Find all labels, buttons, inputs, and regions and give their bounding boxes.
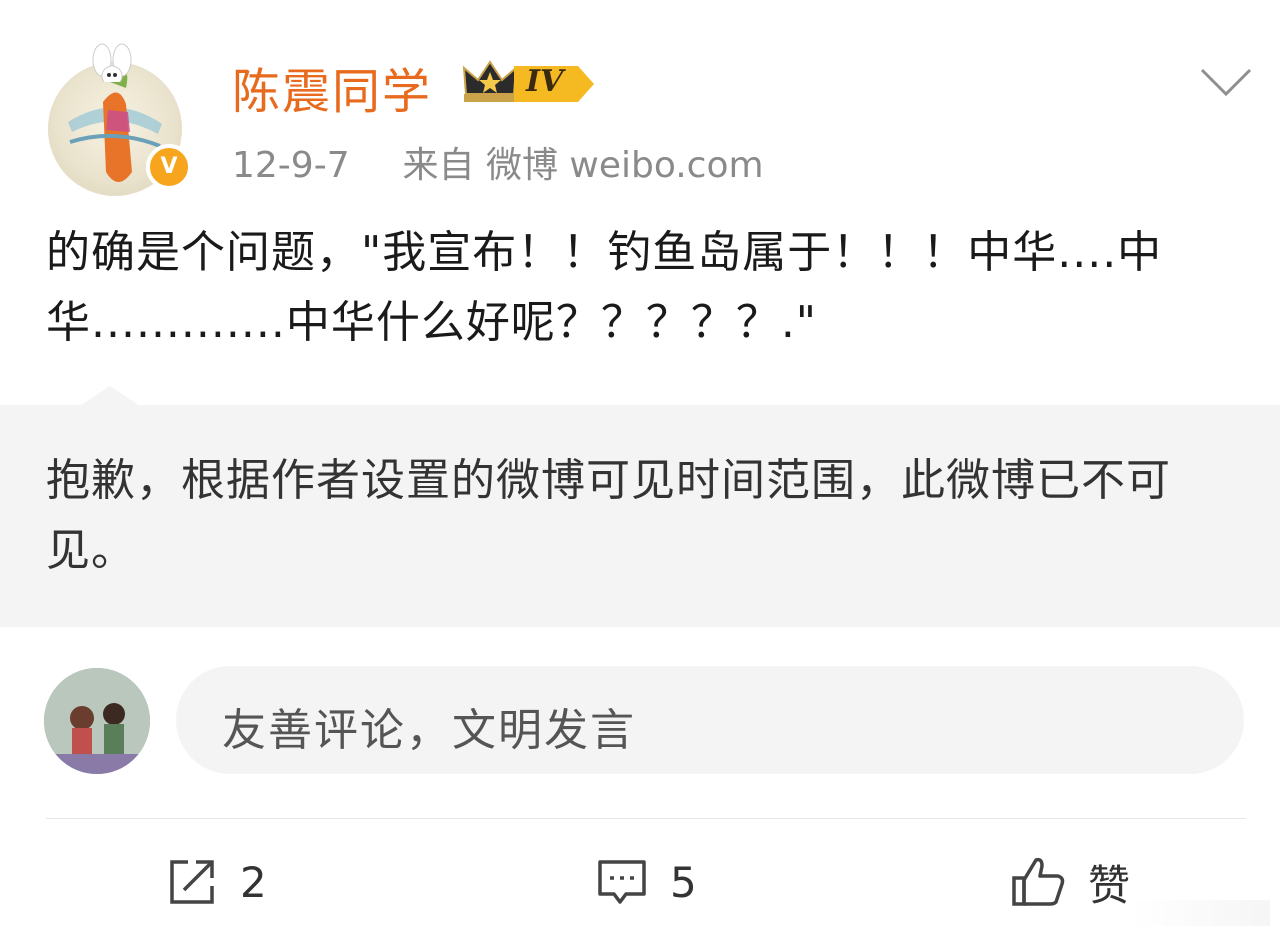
comment-button[interactable]: 5 — [596, 850, 697, 914]
repost-count: 2 — [240, 857, 267, 907]
notice-text: 抱歉，根据作者设置的微博可见时间范围，此微博已不可见。 — [46, 455, 1171, 576]
notice-pointer — [80, 386, 140, 406]
more-options-button[interactable] — [1198, 62, 1254, 102]
more-chevron-icon — [1200, 68, 1252, 97]
watermark-overlay — [1130, 900, 1270, 926]
post-source[interactable]: 来自 微博 weibo.com — [403, 145, 764, 186]
comment-count: 5 — [670, 857, 697, 907]
verified-badge: V — [146, 144, 192, 190]
like-button[interactable]: 赞 — [1010, 850, 1130, 914]
current-user-avatar[interactable] — [44, 668, 150, 774]
level-text: IV — [526, 64, 564, 99]
like-icon — [1012, 857, 1065, 906]
comment-placeholder: 友善评论，文明发言 — [222, 705, 636, 756]
comment-input[interactable]: 友善评论，文明发言 — [176, 666, 1244, 774]
bunny-ears-decoration — [92, 43, 132, 82]
post-date: 12-9-7 — [232, 145, 350, 186]
post-content: 的确是个问题，"我宣布！！钓鱼岛属于！！！中华....中华...........… — [46, 227, 1163, 348]
author-avatar[interactable]: V — [48, 43, 192, 196]
post-meta: 12-9-7 来自 微博 weibo.com — [232, 136, 764, 188]
repost-icon — [170, 860, 214, 904]
comment-icon — [598, 860, 646, 904]
author-name[interactable]: 陈震同学 — [232, 52, 432, 122]
like-label: 赞 — [1088, 860, 1131, 910]
member-level-badge[interactable]: IV — [460, 54, 600, 110]
action-divider — [46, 818, 1246, 819]
repost-button[interactable]: 2 — [166, 850, 267, 914]
avatar-image — [44, 668, 150, 774]
